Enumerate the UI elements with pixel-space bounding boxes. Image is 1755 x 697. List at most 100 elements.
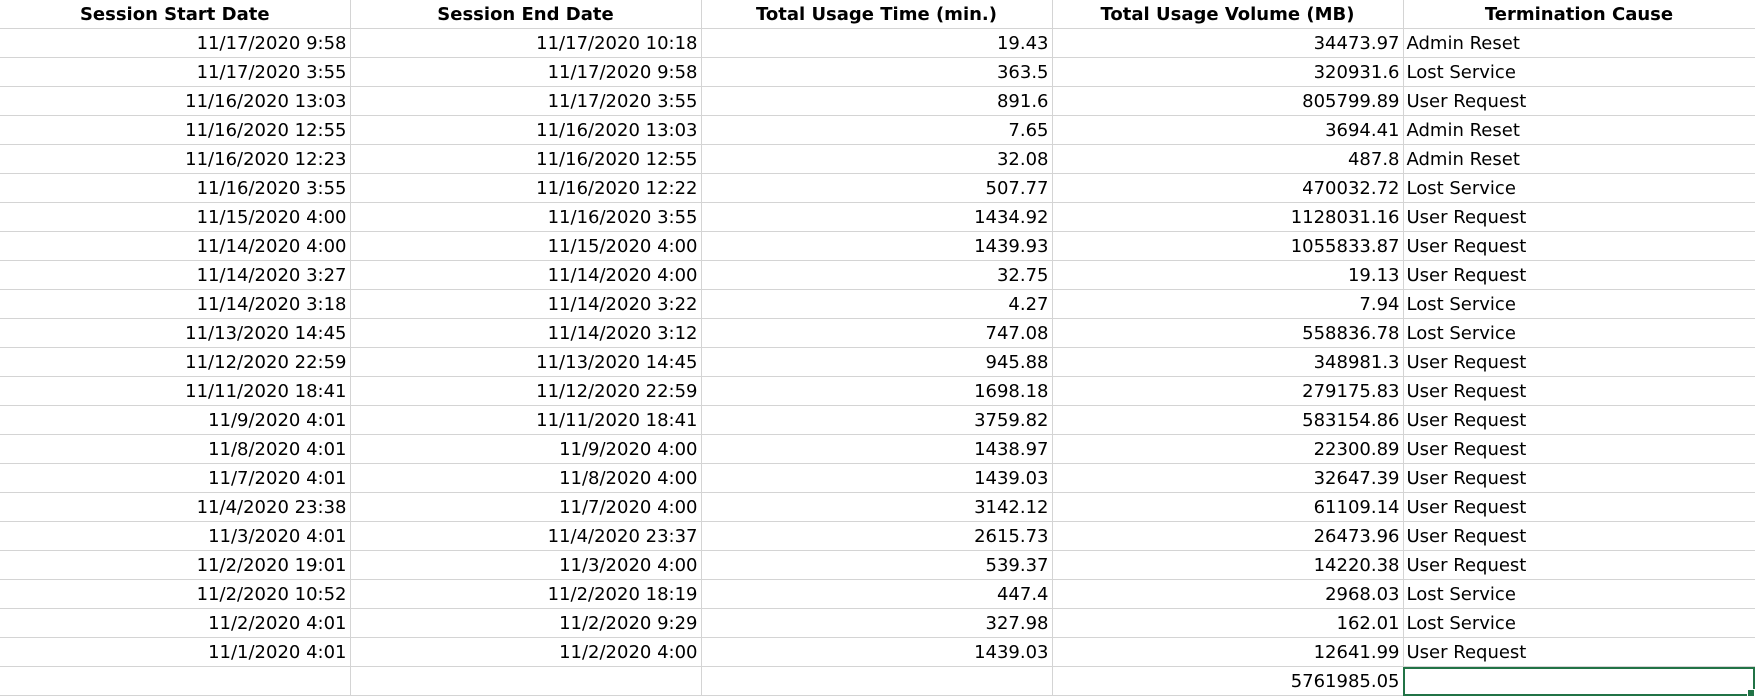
cell-total-usage-time[interactable]: 2615.73 [701,521,1053,551]
cell-session-end-date[interactable]: 11/17/2020 10:18 [350,28,702,58]
cell-total-usage-time[interactable]: 327.98 [701,608,1053,638]
cell-session-start-date[interactable]: 11/1/2020 4:01 [0,637,351,667]
cell-total-usage-volume[interactable]: 558836.78 [1052,318,1404,348]
cell-termination-cause[interactable]: Admin Reset [1403,144,1755,174]
cell-total-usage-time[interactable]: 7.65 [701,115,1053,145]
cell-total-usage-time[interactable]: 1439.03 [701,637,1053,667]
cell-session-start-date[interactable]: 11/16/2020 13:03 [0,86,351,116]
cell-total-usage-volume[interactable]: 279175.83 [1052,376,1404,406]
cell-total-usage-volume[interactable]: 487.8 [1052,144,1404,174]
cell-termination-cause[interactable]: Admin Reset [1403,115,1755,145]
cell-total-usage-time[interactable]: 447.4 [701,579,1053,609]
cell-total-usage-time[interactable]: 32.75 [701,260,1053,290]
cell-session-start-date[interactable]: 11/17/2020 3:55 [0,57,351,87]
cell-termination-cause[interactable]: User Request [1403,260,1755,290]
cell-total-usage-volume[interactable]: 320931.6 [1052,57,1404,87]
cell-session-end-date[interactable]: 11/16/2020 3:55 [350,202,702,232]
cell-termination-cause[interactable]: Lost Service [1403,289,1755,319]
cell-session-end-date[interactable]: 11/9/2020 4:00 [350,434,702,464]
cell-termination-cause[interactable]: Admin Reset [1403,28,1755,58]
cell-session-end-date[interactable]: 11/12/2020 22:59 [350,376,702,406]
cell-session-start-date[interactable]: 11/9/2020 4:01 [0,405,351,435]
cell-termination-cause[interactable]: User Request [1403,376,1755,406]
cell-session-start-date[interactable]: 11/11/2020 18:41 [0,376,351,406]
cell-session-end-date[interactable]: 11/14/2020 3:12 [350,318,702,348]
cell-session-end-date[interactable]: 11/11/2020 18:41 [350,405,702,435]
cell-total-usage-volume[interactable]: 12641.99 [1052,637,1404,667]
cell-session-end-date[interactable]: 11/16/2020 12:22 [350,173,702,203]
cell-session-end-date[interactable]: 11/2/2020 9:29 [350,608,702,638]
cell-total-usage-time[interactable]: 1698.18 [701,376,1053,406]
cell-total-usage-volume[interactable]: 26473.96 [1052,521,1404,551]
header-session-start-date[interactable]: Session Start Date [0,0,351,29]
cell-total-usage-volume[interactable]: 3694.41 [1052,115,1404,145]
cell-session-end-date[interactable]: 11/16/2020 13:03 [350,115,702,145]
cell-session-end-date[interactable]: 11/17/2020 9:58 [350,57,702,87]
cell-termination-cause[interactable]: Lost Service [1403,608,1755,638]
total-usage-volume-sum-cell[interactable]: 5761985.05 [1052,666,1404,696]
cell-session-start-date[interactable]: 11/2/2020 4:01 [0,608,351,638]
cell-total-usage-volume[interactable]: 2968.03 [1052,579,1404,609]
cell-total-usage-time[interactable]: 891.6 [701,86,1053,116]
cell-session-end-date[interactable]: 11/17/2020 3:55 [350,86,702,116]
cell-termination-cause[interactable]: User Request [1403,521,1755,551]
cell-session-start-date[interactable]: 11/16/2020 3:55 [0,173,351,203]
cell-session-end-date[interactable]: 11/2/2020 4:00 [350,637,702,667]
cell-total-usage-volume[interactable]: 32647.39 [1052,463,1404,493]
empty-cell[interactable] [701,666,1053,696]
cell-session-start-date[interactable]: 11/2/2020 19:01 [0,550,351,580]
cell-total-usage-time[interactable]: 19.43 [701,28,1053,58]
cell-total-usage-volume[interactable]: 19.13 [1052,260,1404,290]
cell-total-usage-volume[interactable]: 61109.14 [1052,492,1404,522]
cell-termination-cause[interactable]: Lost Service [1403,579,1755,609]
cell-termination-cause[interactable]: Lost Service [1403,318,1755,348]
cell-termination-cause[interactable]: Lost Service [1403,57,1755,87]
cell-total-usage-volume[interactable]: 470032.72 [1052,173,1404,203]
cell-session-end-date[interactable]: 11/14/2020 4:00 [350,260,702,290]
cell-termination-cause[interactable]: User Request [1403,347,1755,377]
cell-total-usage-volume[interactable]: 583154.86 [1052,405,1404,435]
cell-total-usage-volume[interactable]: 34473.97 [1052,28,1404,58]
cell-total-usage-volume[interactable]: 162.01 [1052,608,1404,638]
cell-termination-cause[interactable]: User Request [1403,550,1755,580]
cell-total-usage-time[interactable]: 539.37 [701,550,1053,580]
cell-session-end-date[interactable]: 11/13/2020 14:45 [350,347,702,377]
cell-session-end-date[interactable]: 11/2/2020 18:19 [350,579,702,609]
fill-handle[interactable] [1747,689,1755,697]
cell-session-end-date[interactable]: 11/3/2020 4:00 [350,550,702,580]
cell-termination-cause[interactable]: User Request [1403,434,1755,464]
cell-termination-cause[interactable]: User Request [1403,202,1755,232]
cell-total-usage-time[interactable]: 3142.12 [701,492,1053,522]
cell-session-start-date[interactable]: 11/4/2020 23:38 [0,492,351,522]
cell-total-usage-volume[interactable]: 14220.38 [1052,550,1404,580]
cell-session-start-date[interactable]: 11/17/2020 9:58 [0,28,351,58]
cell-session-start-date[interactable]: 11/13/2020 14:45 [0,318,351,348]
cell-total-usage-time[interactable]: 945.88 [701,347,1053,377]
cell-session-start-date[interactable]: 11/8/2020 4:01 [0,434,351,464]
cell-session-end-date[interactable]: 11/7/2020 4:00 [350,492,702,522]
empty-cell[interactable] [0,666,351,696]
cell-termination-cause[interactable]: User Request [1403,492,1755,522]
cell-session-start-date[interactable]: 11/14/2020 3:27 [0,260,351,290]
cell-session-start-date[interactable]: 11/16/2020 12:23 [0,144,351,174]
cell-session-start-date[interactable]: 11/7/2020 4:01 [0,463,351,493]
cell-session-start-date[interactable]: 11/14/2020 3:18 [0,289,351,319]
cell-session-end-date[interactable]: 11/16/2020 12:55 [350,144,702,174]
cell-session-end-date[interactable]: 11/4/2020 23:37 [350,521,702,551]
cell-session-start-date[interactable]: 11/16/2020 12:55 [0,115,351,145]
header-total-usage-time[interactable]: Total Usage Time (min.) [701,0,1053,29]
cell-termination-cause[interactable]: User Request [1403,463,1755,493]
cell-total-usage-time[interactable]: 363.5 [701,57,1053,87]
cell-termination-cause[interactable]: User Request [1403,405,1755,435]
cell-session-start-date[interactable]: 11/2/2020 10:52 [0,579,351,609]
active-cell[interactable] [1403,666,1755,696]
header-session-end-date[interactable]: Session End Date [350,0,702,29]
cell-total-usage-time[interactable]: 507.77 [701,173,1053,203]
cell-session-start-date[interactable]: 11/12/2020 22:59 [0,347,351,377]
cell-total-usage-volume[interactable]: 7.94 [1052,289,1404,319]
cell-total-usage-time[interactable]: 747.08 [701,318,1053,348]
cell-termination-cause[interactable]: User Request [1403,637,1755,667]
cell-total-usage-volume[interactable]: 805799.89 [1052,86,1404,116]
cell-total-usage-volume[interactable]: 348981.3 [1052,347,1404,377]
cell-total-usage-volume[interactable]: 22300.89 [1052,434,1404,464]
